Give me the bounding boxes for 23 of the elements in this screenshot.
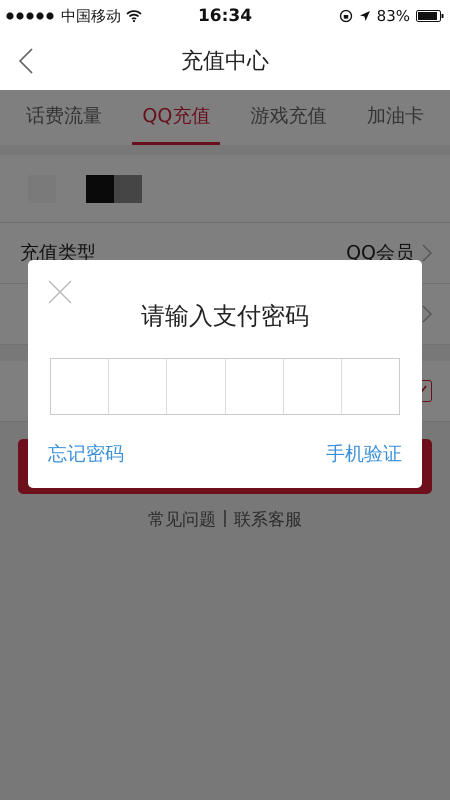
help-link[interactable]: 常见问题 [148,508,216,531]
signal-icon [6,12,56,20]
carrier-name: 中国移动 [61,6,121,26]
dialog-link[interactable]: 忘记密码 [48,441,124,467]
help-link[interactable]: 联系客服 [234,508,302,531]
close-icon[interactable] [48,280,72,304]
category-tab[interactable]: 话费流量 [16,90,112,145]
category-tab[interactable]: 加油卡 [356,90,434,145]
clock: 16:34 [196,6,254,26]
password-field[interactable] [50,358,400,415]
wifi-icon [126,10,142,22]
battery-percent: 83% [376,7,410,25]
orientation-lock-icon [338,9,353,23]
chevron-right-icon [422,305,432,323]
dialog-link[interactable]: 手机验证 [326,441,402,467]
back-icon[interactable] [18,48,34,74]
dialog-title: 请输入支付密码 [140,301,310,332]
category-tab[interactable]: 游戏充值 [240,90,337,145]
page-title: 充值中心 [180,48,270,76]
chevron-right-icon [422,244,432,262]
battery-icon [416,10,444,22]
location-arrow-icon [358,10,371,22]
link-separator: | [222,508,228,530]
